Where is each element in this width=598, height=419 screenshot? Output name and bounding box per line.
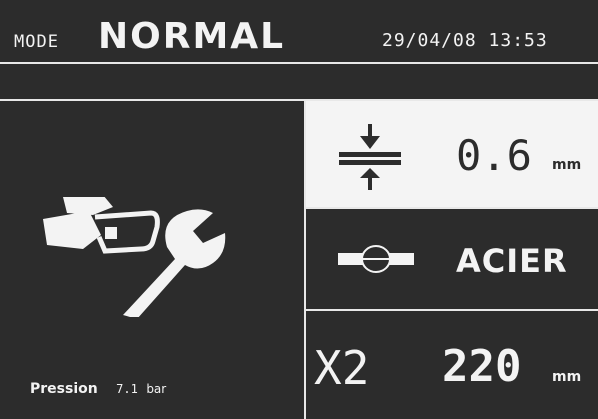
pressure-readout: Pression 7.1 bar (30, 381, 166, 397)
clamp-wrench-icon (43, 197, 226, 317)
pressure-label: Pression (30, 381, 98, 397)
electrode-cell[interactable]: X2 220 mm (306, 311, 598, 419)
electrode-unit: mm (552, 369, 582, 385)
header-divider (0, 62, 598, 64)
mode-value: NORMAL (98, 16, 286, 57)
pressure-unit: bar (146, 382, 167, 396)
material-value: ACIER (456, 242, 568, 280)
welder-display: MODE NORMAL 29/04/08 13:53 Pression 7.1 … (0, 0, 598, 419)
sheet-thickness-icon (339, 124, 401, 190)
vertical-divider (304, 101, 306, 419)
pressure-value: 7.1 (116, 382, 138, 396)
thickness-cell[interactable]: 0.6 mm (306, 101, 598, 207)
tool-panel: Pression 7.1 bar (6, 101, 306, 411)
electrode-multiplier: X2 (314, 341, 370, 395)
material-section-icon (338, 245, 414, 273)
thickness-unit: mm (552, 157, 582, 173)
header-bar: MODE NORMAL 29/04/08 13:53 (0, 0, 598, 100)
electrode-value: 220 (442, 341, 522, 392)
thickness-value: 0.6 (456, 131, 532, 180)
material-cell[interactable]: ACIER (306, 209, 598, 309)
datetime: 29/04/08 13:53 (382, 30, 548, 51)
mode-label: MODE (14, 32, 59, 52)
